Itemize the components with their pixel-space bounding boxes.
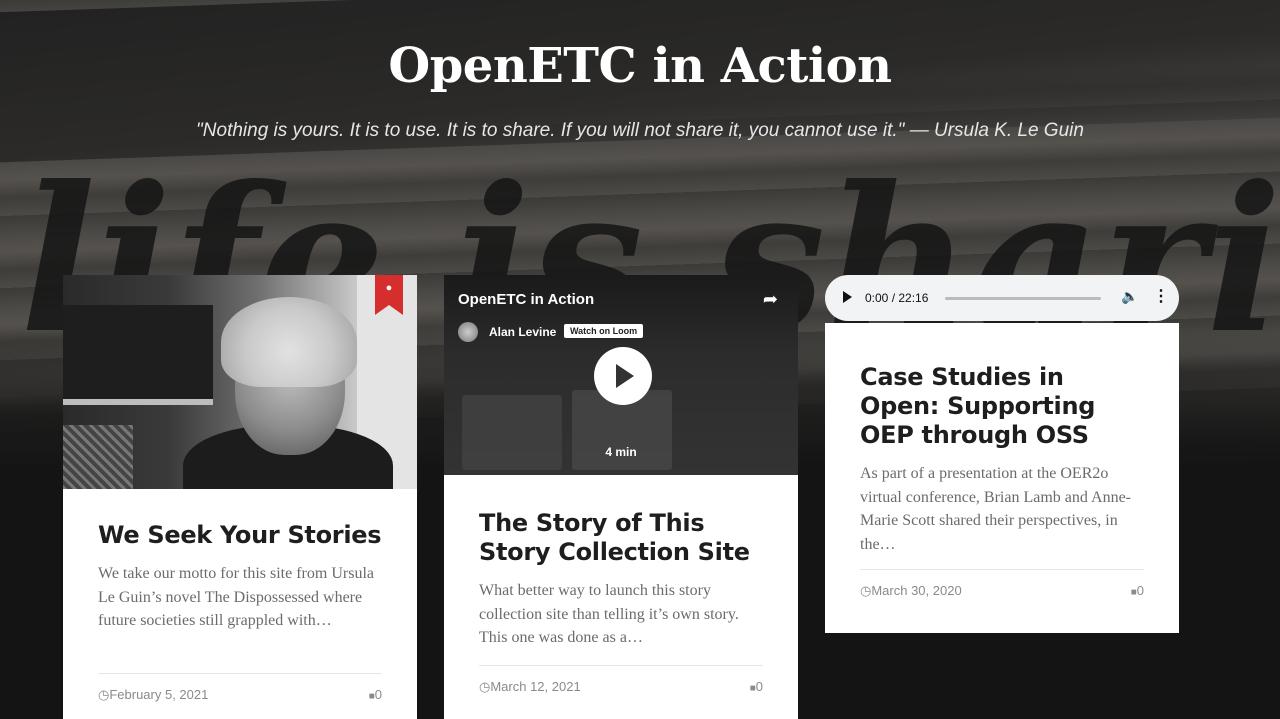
post-date-link[interactable]: February 5, 2021 [98,687,208,703]
audio-time: 0:00 / 22:16 [865,291,929,305]
video-title[interactable]: OpenETC in Action [458,291,594,308]
comments-count-link[interactable]: 0 [1131,583,1144,599]
post-card[interactable]: 0:00 / 22:16 🔈 ⋮ Case Studies in Open: S… [825,275,1179,633]
post-card[interactable]: ● We Seek Your Stories We take our motto… [63,275,417,719]
comments-count-link[interactable]: 0 [369,687,382,703]
video-embed[interactable]: OpenETC in Action ➦ Alan Levine Watch on… [444,275,798,475]
post-excerpt: We take our motto for this site from Urs… [98,565,374,629]
play-icon[interactable] [843,291,852,303]
post-excerpt: What better way to launch this story col… [479,582,739,646]
post-meta: March 12, 2021 0 [479,665,763,695]
post-featured-image[interactable]: ● [63,275,417,489]
watch-on-loom-button[interactable]: Watch on Loom [564,324,644,338]
more-options-icon[interactable]: ⋮ [1153,286,1169,306]
post-title-link[interactable]: Case Studies in Open: Supporting OEP thr… [860,363,1144,450]
post-date-link[interactable]: March 30, 2020 [860,583,961,599]
comments-count-link[interactable]: 0 [750,679,763,695]
audio-player[interactable]: 0:00 / 22:16 🔈 ⋮ [825,275,1179,321]
page-title: OpenETC in Action [388,38,892,94]
post-title-link[interactable]: The Story of This Story Collection Site [479,509,763,567]
video-author: Alan Levine [489,325,557,339]
post-excerpt: As part of a presentation at the OER2o v… [860,465,1131,553]
post-title-link[interactable]: We Seek Your Stories [98,521,382,550]
post-meta: February 5, 2021 0 [98,673,382,703]
play-button[interactable] [594,347,652,405]
post-card[interactable]: OpenETC in Action ➦ Alan Levine Watch on… [444,275,798,719]
post-meta: March 30, 2020 0 [860,569,1144,599]
share-icon[interactable]: ➦ [763,289,778,310]
avatar [458,322,478,342]
audio-progress-slider[interactable] [945,297,1101,300]
post-date-link[interactable]: March 12, 2021 [479,679,580,695]
volume-icon[interactable]: 🔈 [1121,288,1138,305]
video-duration: 4 min [605,445,637,459]
play-icon [616,364,634,388]
hero-quote: "Nothing is yours. It is to use. It is t… [196,120,1084,141]
